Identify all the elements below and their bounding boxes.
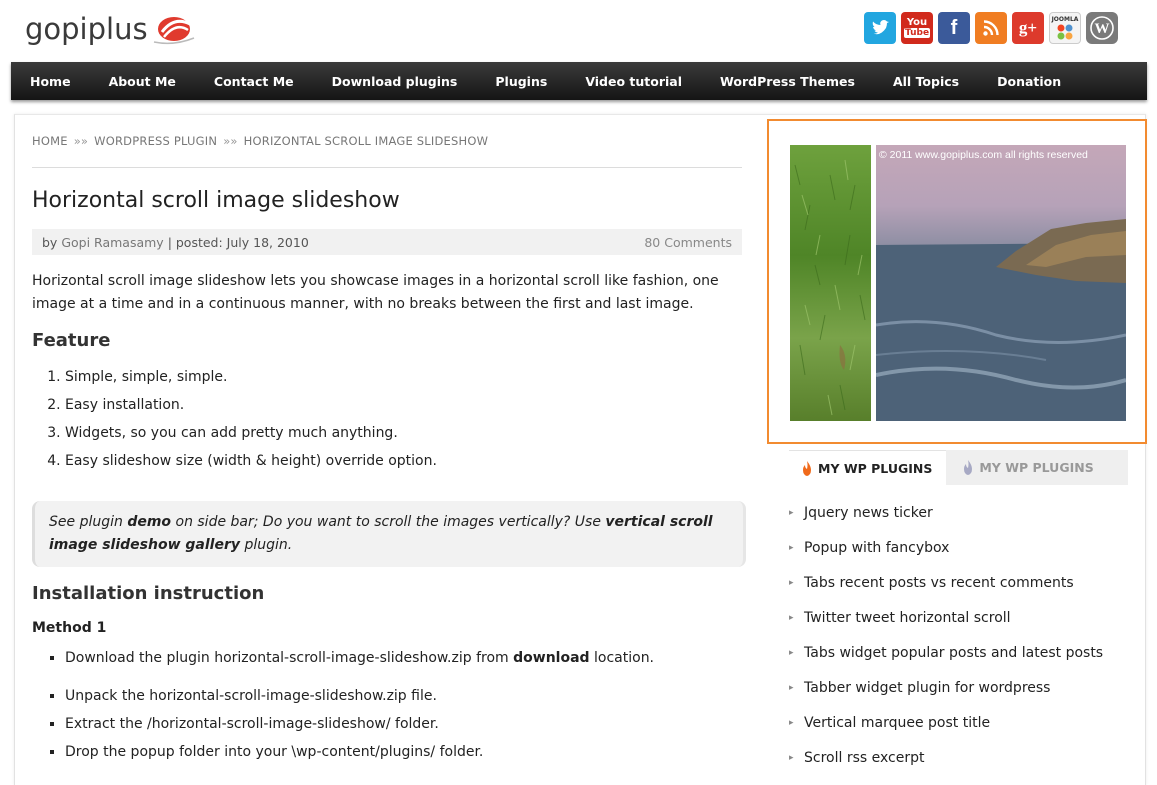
main-content: HOME »» WORDPRESS PLUGIN »» HORIZONTAL SCROL… [32, 134, 746, 770]
nav-donation[interactable]: Donation [997, 74, 1061, 89]
list-item[interactable]: ▸ Tabs recent posts vs recent comments [789, 566, 1129, 601]
step-text: Download the plugin horizontal-scroll-im… [65, 650, 514, 666]
twitter-icon[interactable] [864, 12, 896, 44]
list-item: Widgets, so you can add pretty much anyt… [65, 419, 742, 447]
list-item[interactable]: ▸ Tabs widget popular posts and latest po… [789, 636, 1129, 671]
arrow-icon: ▸ [789, 718, 794, 728]
comments-link[interactable]: 80 Comments [644, 235, 732, 250]
list-item[interactable]: ▸ Jquery news ticker [789, 496, 1129, 531]
method-heading: Method 1 [32, 620, 107, 636]
breadcrumb-wordpress-plugin[interactable]: WORDPRESS PLUGIN [94, 134, 217, 148]
nav-contact-me[interactable]: Contact Me [214, 74, 294, 89]
demo-link[interactable]: demo [127, 514, 171, 530]
rss-icon[interactable] [975, 12, 1007, 44]
joomla-icon[interactable]: JOOMLA [1049, 12, 1081, 44]
list-item: Download the plugin horizontal-scroll-im… [65, 648, 742, 668]
flame-icon [803, 460, 811, 476]
arrow-icon: ▸ [789, 508, 794, 518]
list-item: Easy slideshow size (width & height) ove… [65, 447, 742, 475]
list-item[interactable]: ▸ Scroll rss excerpt [789, 741, 1129, 776]
plugin-link[interactable]: Tabs recent posts vs recent comments [804, 566, 1074, 601]
slide-image-sea[interactable]: © 2011 www.gopiplus.com all rights reser… [876, 145, 1126, 421]
arrow-icon: ▸ [789, 683, 794, 693]
feature-list: Simple, simple, simple. Easy installatio… [32, 363, 742, 475]
feature-heading: Feature [32, 330, 111, 351]
breadcrumb-current: HORIZONTAL SCROLL IMAGE SLIDESHOW [243, 134, 489, 148]
nav-home[interactable]: Home [30, 74, 71, 89]
plugin-tabs: MY WP PLUGINS MY WP PLUGINS [789, 450, 1128, 485]
sea-cliff-image [876, 219, 1126, 421]
tab-label: MY WP PLUGINS [979, 460, 1094, 475]
slideshow-widget: © 2011 www.gopiplus.com all rights reser… [767, 119, 1147, 444]
social-icons: You Tube f g+ JOOMLA W [864, 12, 1118, 44]
youtube-icon[interactable]: You Tube [901, 12, 933, 44]
page-title: Horizontal scroll image slideshow [32, 188, 400, 213]
tab-label: MY WP PLUGINS [818, 460, 933, 476]
arrow-icon: ▸ [789, 613, 794, 623]
google-plus-icon[interactable]: g+ [1012, 12, 1044, 44]
post-meta: by Gopi Ramasamy | posted: July 18, 2010… [32, 229, 742, 255]
by-label: by [42, 234, 58, 250]
slide-image-grass[interactable] [790, 145, 871, 421]
list-item: Simple, simple, simple. [65, 363, 742, 391]
note-box: See plugin demo on side bar; Do you want… [32, 501, 746, 567]
plugin-link[interactable]: Tabs widget popular posts and latest pos… [804, 636, 1103, 671]
facebook-icon[interactable]: f [938, 12, 970, 44]
plugin-list: ▸ Jquery news ticker ▸ Popup with fancybox… [789, 496, 1129, 776]
site-header: gopiplus You Tube f g+ JOOMLA W [0, 0, 1157, 62]
plugin-link[interactable]: Tabber widget plugin for wordpress [804, 671, 1050, 706]
list-item[interactable]: ▸ Vertical marquee post title [789, 706, 1129, 741]
nav-download-plugins[interactable]: Download plugins [332, 74, 458, 89]
nav-all-topics[interactable]: All Topics [893, 74, 959, 89]
breadcrumb-home[interactable]: HOME [32, 134, 68, 148]
tab-my-wp-plugins-inactive[interactable]: MY WP PLUGINS [946, 450, 1094, 485]
slideshow-copyright: © 2011 www.gopiplus.com all rights reser… [879, 149, 1088, 161]
download-link[interactable]: download [513, 650, 589, 666]
post-byline: by Gopi Ramasamy | posted: July 18, 2010 [42, 235, 309, 250]
plugin-link[interactable]: Popup with fancybox [804, 531, 949, 566]
flame-icon [964, 460, 973, 475]
logo-text: gopiplus [25, 12, 148, 46]
arrow-icon: ▸ [789, 543, 794, 553]
nav-plugins[interactable]: Plugins [495, 74, 547, 89]
breadcrumb: HOME »» WORDPRESS PLUGIN »» HORIZONTAL SCROL… [32, 134, 742, 148]
arrow-icon: ▸ [789, 753, 794, 763]
author-link[interactable]: Gopi Ramasamy [61, 235, 163, 250]
posted-date: | posted: July 18, 2010 [167, 234, 309, 250]
intro-paragraph: Horizontal scroll image slideshow lets y… [32, 273, 719, 312]
list-item[interactable]: ▸ Twitter tweet horizontal scroll [789, 601, 1129, 636]
plugin-link[interactable]: Jquery news ticker [804, 496, 933, 531]
tab-my-wp-plugins-active[interactable]: MY WP PLUGINS [789, 450, 947, 485]
nav-wordpress-themes[interactable]: WordPress Themes [720, 74, 855, 89]
install-heading: Installation instruction [32, 583, 265, 604]
list-item: Extract the /horizontal-scroll-image-sli… [65, 714, 742, 734]
plugin-link[interactable]: Twitter tweet horizontal scroll [804, 601, 1011, 636]
svg-text:W: W [1095, 21, 1110, 37]
list-item: Easy installation. [65, 391, 742, 419]
install-steps: Download the plugin horizontal-scroll-im… [32, 648, 742, 762]
note-text: plugin. [240, 537, 293, 553]
plugin-link[interactable]: Scroll rss excerpt [804, 741, 924, 776]
note-text: on side bar; Do you want to scroll the i… [171, 514, 606, 530]
logo-swirl-icon [153, 17, 194, 45]
breadcrumb-separator: »» [223, 134, 238, 148]
list-item: Drop the popup folder into your \wp-cont… [65, 742, 742, 762]
list-item[interactable]: ▸ Popup with fancybox [789, 531, 1129, 566]
grass-texture [794, 159, 866, 416]
note-text: See plugin [49, 514, 128, 530]
breadcrumb-separator: »» [73, 134, 89, 148]
nav-video-tutorial[interactable]: Video tutorial [585, 74, 682, 89]
arrow-icon: ▸ [789, 578, 794, 588]
site-logo[interactable]: gopiplus [25, 12, 196, 46]
arrow-icon: ▸ [789, 648, 794, 658]
main-nav: Home About Me Contact Me Download plugin… [11, 62, 1147, 100]
divider [32, 167, 742, 168]
wordpress-icon[interactable]: W [1086, 12, 1118, 44]
list-item: Unpack the horizontal-scroll-image-slide… [65, 686, 742, 706]
list-item[interactable]: ▸ Tabber widget plugin for wordpress [789, 671, 1129, 706]
nav-about-me[interactable]: About Me [109, 74, 176, 89]
step-text: location. [589, 650, 655, 666]
plugin-link[interactable]: Vertical marquee post title [804, 706, 990, 741]
